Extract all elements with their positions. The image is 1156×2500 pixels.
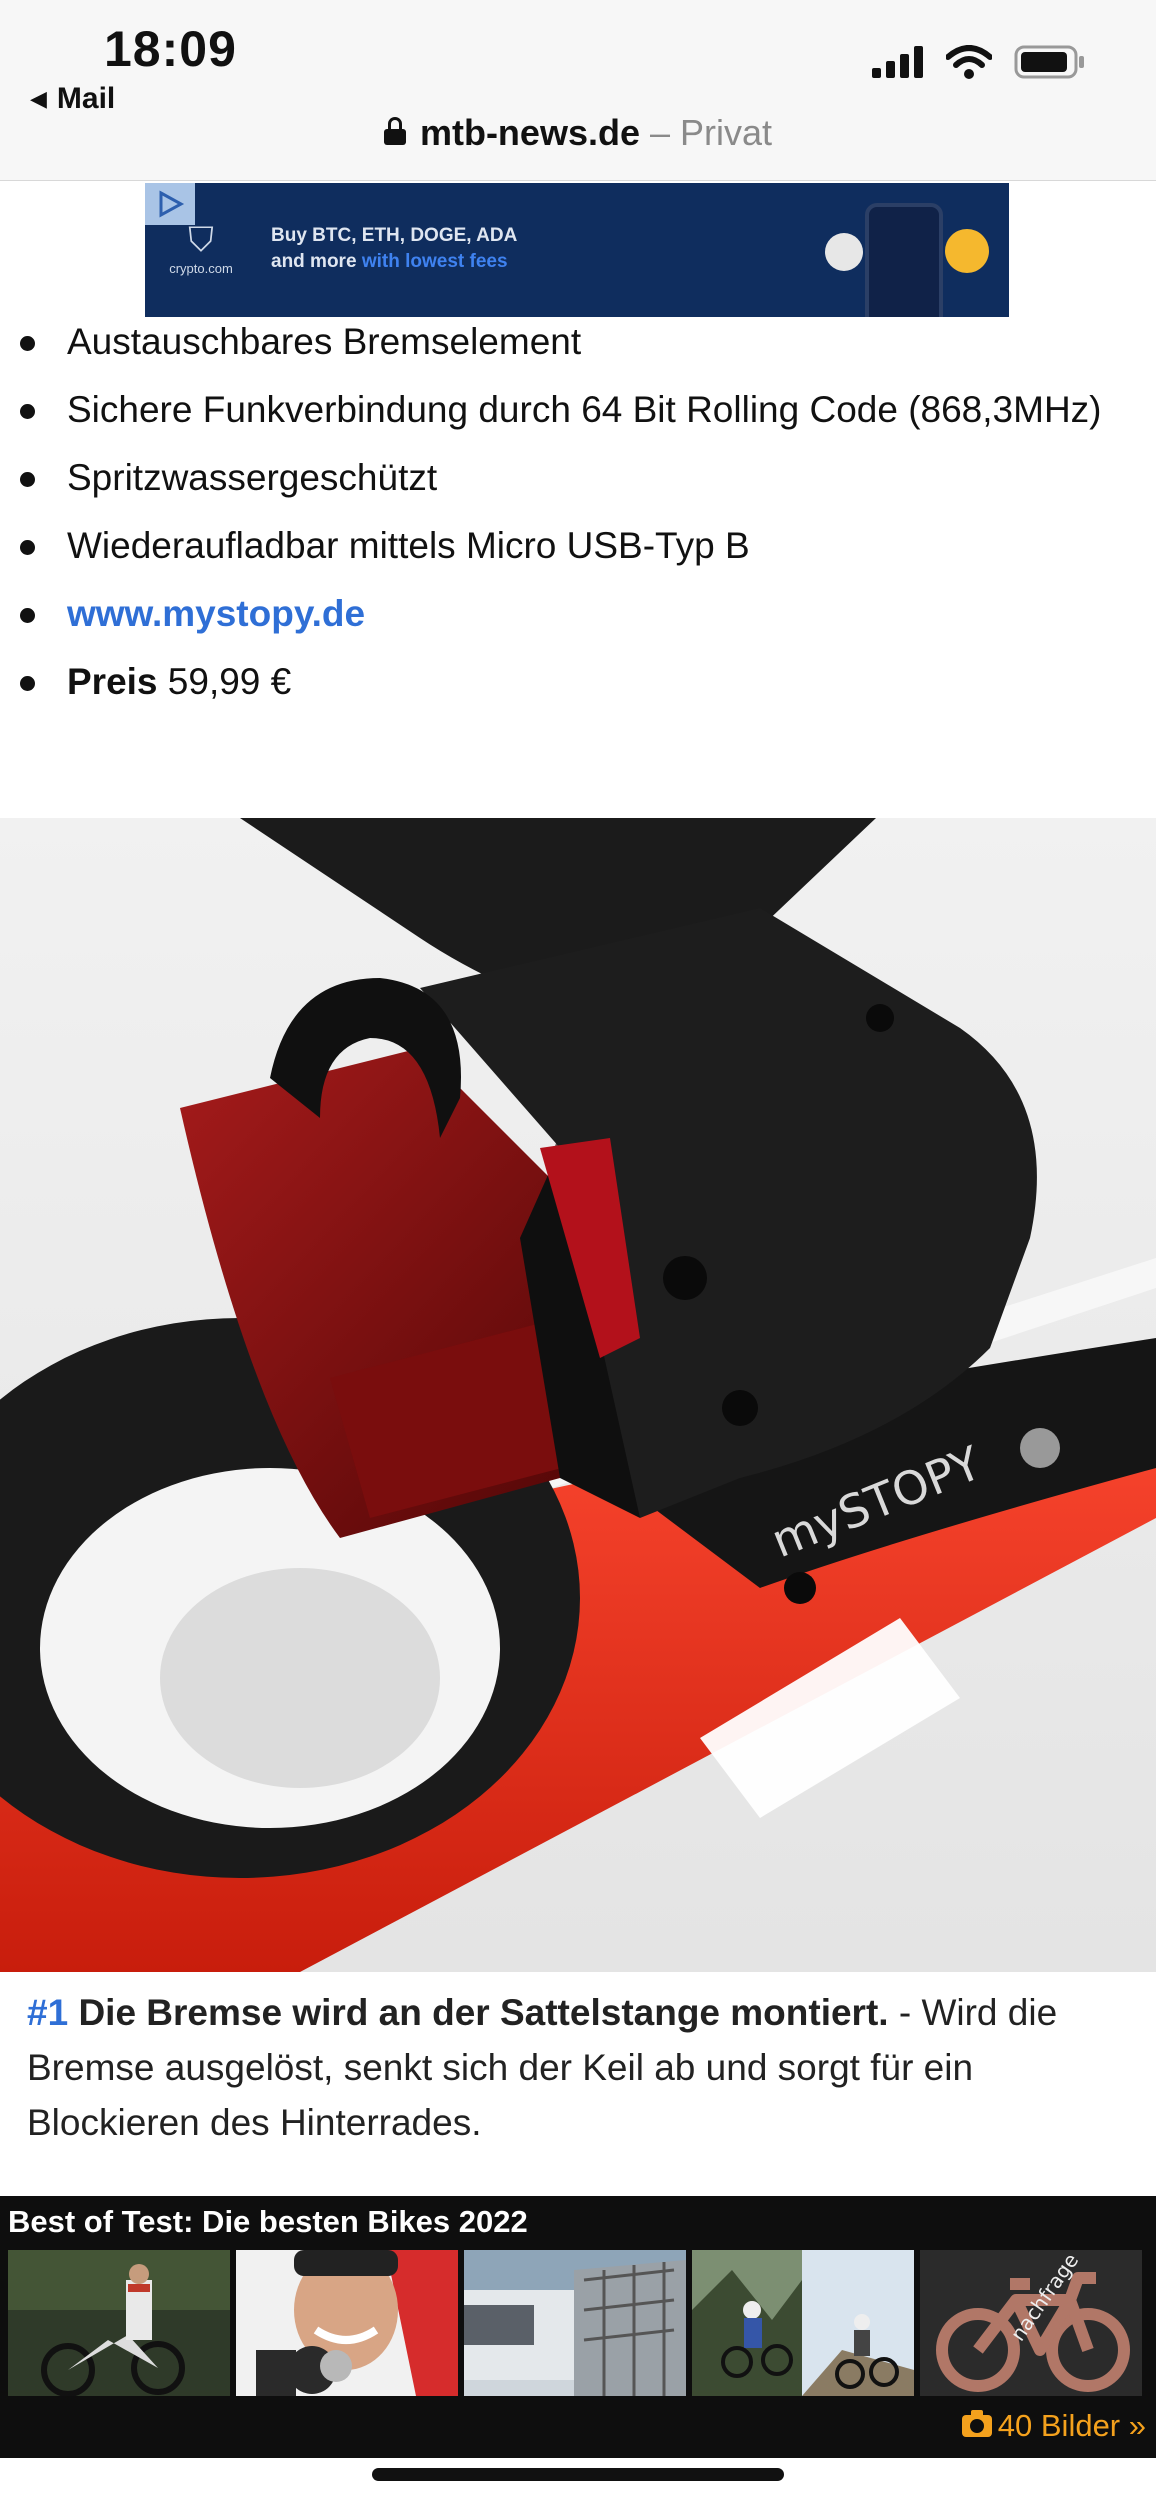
price-value: 59,99 € xyxy=(157,661,292,702)
wifi-icon xyxy=(946,45,992,79)
gallery-thumbnail[interactable] xyxy=(464,2250,686,2396)
ad-choices-icon[interactable] xyxy=(145,183,195,225)
product-website-link[interactable]: www.mystopy.de xyxy=(67,593,365,634)
ad-line-1: Buy BTC, ETH, DOGE, ADA xyxy=(271,225,518,246)
status-icons xyxy=(872,45,1086,79)
factory-building-image xyxy=(464,2250,686,2396)
list-item: Wiederaufladbar mittels Micro USB-Typ B xyxy=(0,512,1156,580)
url-separator: – xyxy=(639,112,681,153)
bullet-icon xyxy=(20,336,35,351)
back-arrow-icon: ◀ xyxy=(30,86,47,111)
address-bar[interactable]: mtb-news.de – Privat xyxy=(0,112,1156,154)
back-label: Mail xyxy=(56,82,116,115)
rider-with-bike-image xyxy=(8,2250,230,2396)
list-item: Spritzwassergeschützt xyxy=(0,444,1156,512)
caption-number: #1 xyxy=(27,1992,69,2033)
ad-text: Buy BTC, ETH, DOGE, ADA and more with lo… xyxy=(271,223,517,275)
home-indicator[interactable] xyxy=(372,2468,784,2481)
bullet-icon xyxy=(20,608,35,623)
list-item: www.mystopy.de xyxy=(0,580,1156,648)
gallery-thumbnails: nachfrage xyxy=(8,2250,1142,2396)
clock: 18:09 xyxy=(104,21,237,77)
riders-on-trail-image xyxy=(692,2250,914,2396)
list-item: Preis 59,99 € xyxy=(0,648,1156,716)
bullet-icon xyxy=(20,472,35,487)
image-caption: #1 Die Bremse wird an der Sattelstange m… xyxy=(27,1985,1137,2150)
brake-on-balance-bike-image: 215x50 mySTOPY xyxy=(0,818,1156,1972)
bike-question-graphic: nachfrage xyxy=(920,2250,1142,2396)
status-bar: 18:09 ◀ Mail mtb-news.de – Privat xyxy=(0,0,1156,181)
gallery-thumbnail[interactable] xyxy=(692,2250,914,2396)
coin-icon xyxy=(825,233,863,271)
feature-list: Austauschbares Bremselement Sichere Funk… xyxy=(0,308,1156,716)
ad-line-2-highlight: with lowest fees xyxy=(361,251,508,272)
gallery-count-label: 40 Bilder » xyxy=(997,2408,1146,2443)
battery-icon xyxy=(1014,45,1084,79)
bullet-icon xyxy=(20,404,35,419)
list-item: Austauschbares Bremselement xyxy=(0,308,1156,376)
camera-icon xyxy=(961,2410,992,2437)
gallery-thumbnail[interactable] xyxy=(236,2250,458,2396)
gallery-thumbnail[interactable]: nachfrage xyxy=(920,2250,1142,2396)
coin-icon xyxy=(945,229,989,273)
gallery-widget[interactable]: Best of Test: Die besten Bikes 2022 nach… xyxy=(0,2196,1156,2458)
caption-headline: Die Bremse wird an der Sattelstange mont… xyxy=(78,1992,889,2033)
gallery-title[interactable]: Best of Test: Die besten Bikes 2022 xyxy=(8,2204,528,2240)
gallery-thumbnail[interactable] xyxy=(8,2250,230,2396)
ad-line-2-prefix: and more xyxy=(271,251,362,272)
list-item: Sichere Funkverbindung durch 64 Bit Roll… xyxy=(0,376,1156,444)
gallery-count-link[interactable]: 40 Bilder » xyxy=(961,2408,1146,2444)
ad-brand-logo: ⛉ crypto.com xyxy=(161,221,241,278)
winner-with-medal-image xyxy=(236,2250,458,2396)
url-domain: mtb-news.de xyxy=(419,112,640,153)
price-label: Preis xyxy=(67,661,158,702)
bullet-icon xyxy=(20,676,35,691)
ad-brand-name: crypto.com xyxy=(169,261,233,276)
lion-shield-icon: ⛉ xyxy=(188,221,214,259)
signal-icon xyxy=(872,46,923,78)
back-to-mail-button[interactable]: ◀ Mail xyxy=(30,82,115,116)
ad-banner[interactable]: ⛉ crypto.com Buy BTC, ETH, DOGE, ADA and… xyxy=(145,183,1009,317)
private-mode-label: Privat xyxy=(680,112,773,153)
bullet-icon xyxy=(20,540,35,555)
lock-icon xyxy=(383,117,406,145)
product-photo[interactable]: 215x50 mySTOPY xyxy=(0,818,1156,1972)
phone-graphic xyxy=(865,203,943,317)
